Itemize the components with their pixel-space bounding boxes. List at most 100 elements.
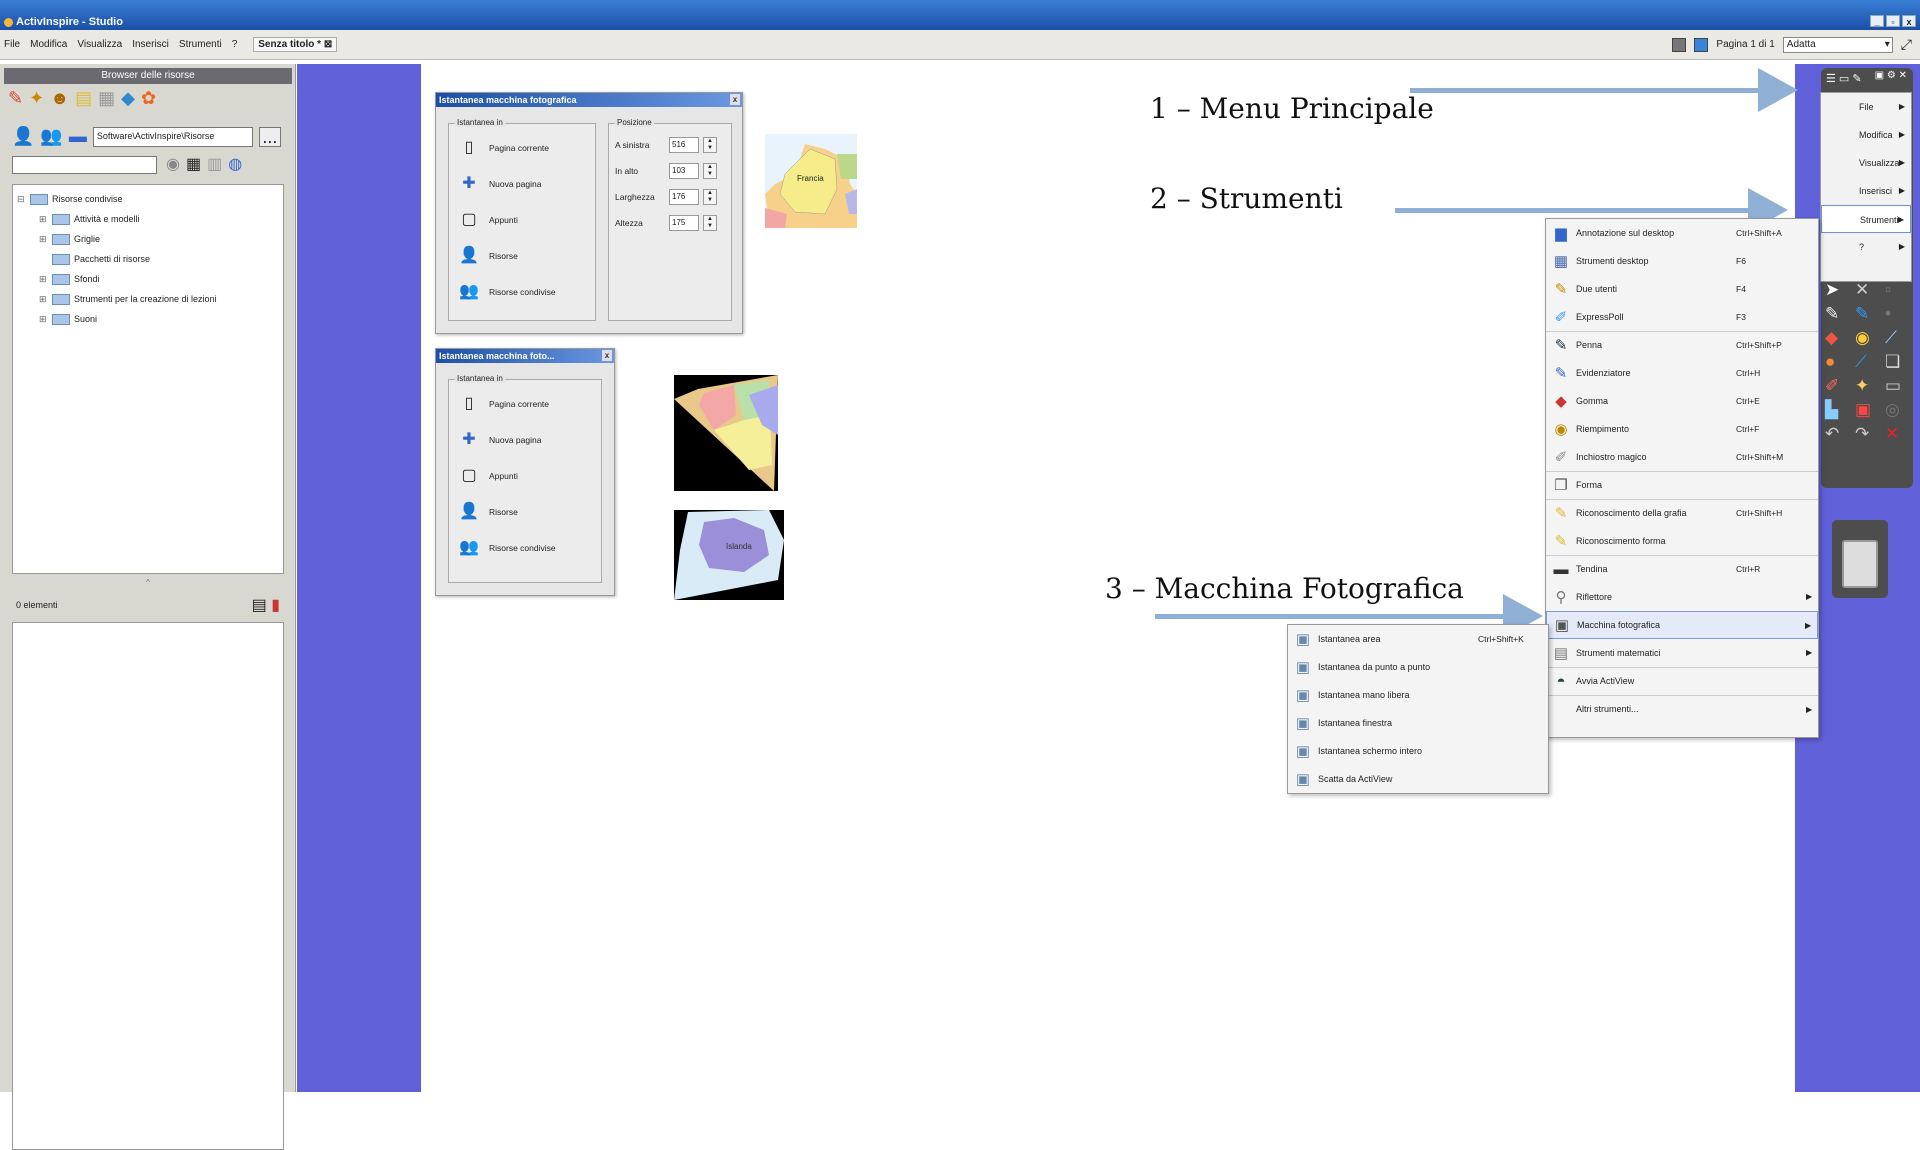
spin-arrows-icon[interactable]: ▲ ▼ xyxy=(703,163,717,179)
tree-node-sfondi[interactable]: ⊞ Sfondi xyxy=(17,269,279,289)
minimize-button[interactable]: _ xyxy=(1870,15,1884,27)
highlighter-icon[interactable]: ✎ xyxy=(1855,304,1881,324)
shared-resources-icon[interactable]: 👥 xyxy=(40,126,62,147)
collapse-icon[interactable]: ⊟ xyxy=(17,194,26,205)
tools-menu-item[interactable]: ✎ Due utenti F4 xyxy=(1546,275,1818,303)
voting-browser-icon[interactable]: ✿ xyxy=(141,88,156,109)
option-current-page[interactable]: ▯ Pagina corrente xyxy=(449,386,601,422)
main-menu-icon[interactable]: ☰ ▭ ✎ xyxy=(1826,72,1862,85)
resource-library-icon[interactable]: ✎ xyxy=(8,88,23,109)
option-new-page[interactable]: ✚ Nuova pagina xyxy=(449,166,595,202)
clear-icon[interactable]: ▣ xyxy=(1855,400,1881,420)
trash-panel[interactable] xyxy=(1832,520,1888,598)
main-menu-file[interactable]: File ▶ xyxy=(1821,93,1911,121)
web-search-icon[interactable]: ◍ xyxy=(228,154,242,174)
property-browser-icon[interactable]: ▦ xyxy=(98,88,115,109)
expand-icon[interactable]: ⊞ xyxy=(39,274,48,285)
fill-icon[interactable]: ◉ xyxy=(1855,328,1881,348)
spin-arrows-icon[interactable]: ▲ ▼ xyxy=(703,137,717,153)
spin-arrows-icon[interactable]: ▲ ▼ xyxy=(703,215,717,231)
tools-menu-item[interactable]: ✎ Evidenziatore Ctrl+H xyxy=(1546,359,1818,387)
close-icon[interactable]: x xyxy=(730,94,740,105)
tools-menu-item[interactable]: ✐ Inchiostro magico Ctrl+Shift+M xyxy=(1546,443,1818,471)
dialog-title-bar[interactable]: Istantanea macchina foto... x xyxy=(436,349,614,363)
page-icon[interactable] xyxy=(1694,37,1709,52)
page-sorter-icon[interactable] xyxy=(1672,37,1687,52)
cancel-icon[interactable]: ✕ xyxy=(1885,424,1911,444)
page-tool-icon[interactable]: ▭ xyxy=(1885,376,1911,396)
iceland-map-snapshot[interactable]: Islanda xyxy=(674,510,784,600)
option-current-page[interactable]: ▯ Pagina corrente xyxy=(449,130,595,166)
reset-icon[interactable]: ◎ xyxy=(1885,400,1911,420)
expand-icon[interactable]: ⊞ xyxy=(39,314,48,325)
camera-menu-item[interactable]: ▣ Istantanea finestra xyxy=(1288,709,1548,737)
shape-icon[interactable]: ● xyxy=(1825,352,1851,372)
tools-menu-item[interactable]: ✎ Penna Ctrl+Shift+P xyxy=(1546,331,1818,359)
trash-can-icon[interactable] xyxy=(1842,540,1878,588)
tree-node-pacchetti[interactable]: Pacchetti di risorse xyxy=(17,249,279,269)
menu-help[interactable]: ? xyxy=(232,39,238,50)
maximize-button[interactable]: ▫ xyxy=(1886,15,1900,27)
main-menu-visualizza[interactable]: Visualizza ▶ xyxy=(1821,149,1911,177)
notes-icon[interactable]: ▤ xyxy=(75,88,92,109)
grid-view-icon[interactable]: ▦ xyxy=(186,154,201,174)
top-spinbox[interactable]: 103 xyxy=(669,163,699,179)
eraser-icon[interactable]: ◆ xyxy=(1825,328,1851,348)
france-map-snapshot[interactable]: Francia xyxy=(765,134,857,228)
option-new-page[interactable]: ✚ Nuova pagina xyxy=(449,422,601,458)
tools-menu-item[interactable]: Altri strumenti... ▶ xyxy=(1546,695,1818,723)
undo-icon[interactable]: ↶ xyxy=(1825,424,1851,444)
zoom-select[interactable]: Adatta xyxy=(1782,36,1893,53)
main-menu-help[interactable]: ? ▶ xyxy=(1821,233,1911,261)
tree-node-griglie[interactable]: ⊞ Griglie xyxy=(17,229,279,249)
connector-icon[interactable]: ⟋ xyxy=(1885,328,1911,348)
option-shared-resources[interactable]: 👥 Risorse condivise xyxy=(449,530,601,566)
menu-file[interactable]: File xyxy=(4,39,20,50)
tools-menu-item[interactable]: ▣ Macchina fotografica ▶ xyxy=(1546,611,1818,639)
pen-icon[interactable]: ✎ xyxy=(1825,304,1851,324)
magic-ink-icon[interactable]: ✐ xyxy=(1825,376,1851,396)
main-menu-inserisci[interactable]: Inserisci ▶ xyxy=(1821,177,1911,205)
option-clipboard[interactable]: ▢ Appunti xyxy=(449,458,601,494)
close-tab-icon[interactable]: ⊠ xyxy=(324,39,332,50)
folder-icon[interactable]: ▬ xyxy=(69,126,87,147)
object-browser-icon[interactable]: ✦ xyxy=(29,88,44,109)
camera-menu-item[interactable]: ▣ Istantanea da punto a punto xyxy=(1288,653,1548,681)
line-icon[interactable]: ⟋ xyxy=(1855,352,1881,372)
select-icon[interactable]: ➤ xyxy=(1825,280,1851,300)
my-resources-icon[interactable]: 👤 xyxy=(12,126,34,147)
option-shared-resources[interactable]: 👥 Risorse condivise xyxy=(449,274,595,310)
action-browser-icon[interactable]: ◆ xyxy=(121,88,135,109)
spin-arrows-icon[interactable]: ▲ ▼ xyxy=(703,189,717,205)
menu-visualizza[interactable]: Visualizza xyxy=(77,39,122,50)
browse-button[interactable]: ... xyxy=(258,126,281,147)
option-resources[interactable]: 👤 Risorse xyxy=(449,238,595,274)
width-spinbox[interactable]: 176 xyxy=(669,189,699,205)
height-spinbox[interactable]: 175 xyxy=(669,215,699,231)
tools-menu-item[interactable]: ✎ Riconoscimento della grafia Ctrl+Shift+H xyxy=(1546,499,1818,527)
text-icon[interactable]: ✦ xyxy=(1855,376,1881,396)
tools-menu-item[interactable]: ◓ Avvia ActiView xyxy=(1546,667,1818,695)
tools-menu-item[interactable]: ▤ Strumenti matematici ▶ xyxy=(1546,639,1818,667)
option-resources[interactable]: 👤 Risorse xyxy=(449,494,601,530)
camera-menu-item[interactable]: ▣ Scatta da ActiView xyxy=(1288,765,1548,793)
close-button[interactable]: x xyxy=(1902,15,1916,27)
document-tab[interactable]: Senza titolo * ⊠ xyxy=(253,37,338,52)
camera-tool-icon[interactable]: ▙ xyxy=(1825,400,1851,420)
view-toggle-icon[interactable]: ▤ ▮ xyxy=(252,595,280,615)
fullscreen-icon[interactable]: ⤢ xyxy=(1901,36,1912,53)
tools-menu-item[interactable]: ▬ Tendina Ctrl+R xyxy=(1546,555,1818,583)
menu-inserisci[interactable]: Inserisci xyxy=(132,39,169,50)
close-icon[interactable]: x xyxy=(602,350,612,361)
tree-node-attivita[interactable]: ⊞ Attività e modelli xyxy=(17,209,279,229)
freehand-map-snapshot[interactable] xyxy=(674,375,778,491)
menu-modifica[interactable]: Modifica xyxy=(30,39,67,50)
left-spinbox[interactable]: 516 xyxy=(669,137,699,153)
tools-menu-item[interactable]: ▦ Strumenti desktop F6 xyxy=(1546,247,1818,275)
redo-icon[interactable]: ↷ xyxy=(1855,424,1881,444)
tools-menu-item[interactable]: ✎ Riconoscimento forma xyxy=(1546,527,1818,555)
menu-strumenti[interactable]: Strumenti xyxy=(179,39,222,50)
path-field[interactable]: Software\ActivInspire\Risorse xyxy=(92,126,253,147)
expand-icon[interactable]: ⊞ xyxy=(39,294,48,305)
main-menu-strumenti[interactable]: Strumenti ▶ xyxy=(1821,205,1911,233)
